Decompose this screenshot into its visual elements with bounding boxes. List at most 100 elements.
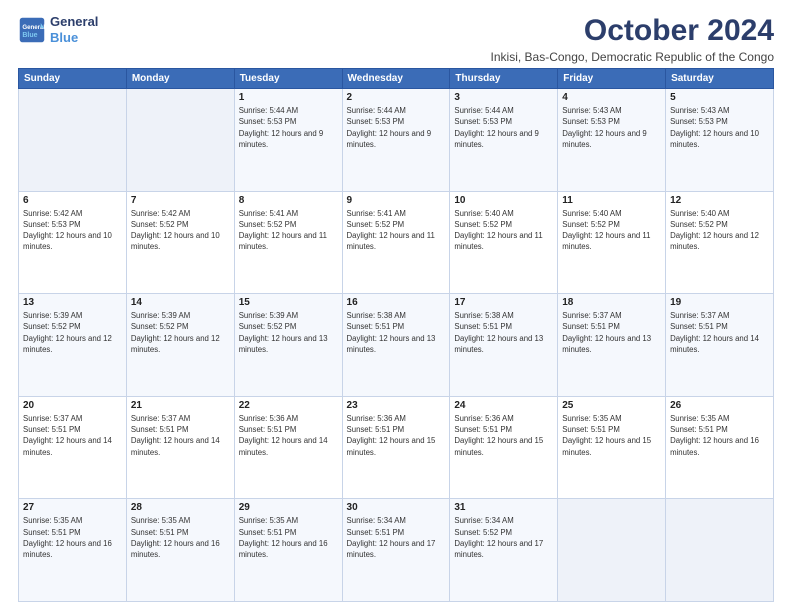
day-number: 24: [454, 400, 553, 411]
day-number: 27: [23, 502, 122, 513]
calendar-cell: 9 Sunrise: 5:41 AMSunset: 5:52 PMDaylight…: [342, 191, 450, 294]
day-number: 31: [454, 502, 553, 513]
day-number: 13: [23, 297, 122, 308]
day-number: 6: [23, 195, 122, 206]
day-number: 3: [454, 92, 553, 103]
header-row: General Blue General Blue October 2024 I…: [18, 14, 774, 64]
calendar-cell: 4 Sunrise: 5:43 AMSunset: 5:53 PMDaylight…: [558, 89, 666, 192]
calendar-cell: 5 Sunrise: 5:43 AMSunset: 5:53 PMDaylight…: [666, 89, 774, 192]
day-info: Sunrise: 5:43 AMSunset: 5:53 PMDaylight:…: [670, 105, 769, 150]
calendar-cell: 17 Sunrise: 5:38 AMSunset: 5:51 PMDayligh…: [450, 294, 558, 397]
calendar-cell: 10 Sunrise: 5:40 AMSunset: 5:52 PMDayligh…: [450, 191, 558, 294]
logo-text: General Blue: [50, 14, 98, 45]
day-info: Sunrise: 5:43 AMSunset: 5:53 PMDaylight:…: [562, 105, 661, 150]
calendar-cell: 6Sunrise: 5:42 AMSunset: 5:53 PMDaylight…: [19, 191, 127, 294]
day-number: 19: [670, 297, 769, 308]
day-info: Sunrise: 5:35 AMSunset: 5:51 PMDaylight:…: [131, 515, 230, 560]
day-header-sunday: Sunday: [19, 69, 127, 89]
calendar-cell: 23 Sunrise: 5:36 AMSunset: 5:51 PMDayligh…: [342, 396, 450, 499]
calendar-cell: 13 Sunrise: 5:39 AMSunset: 5:52 PMDayligh…: [19, 294, 127, 397]
calendar-cell: 12Sunrise: 5:40 AMSunset: 5:52 PMDayligh…: [666, 191, 774, 294]
calendar-cell: 27 Sunrise: 5:35 AMSunset: 5:51 PMDayligh…: [19, 499, 127, 602]
day-number: 17: [454, 297, 553, 308]
day-number: 29: [239, 502, 338, 513]
day-info: Sunrise: 5:39 AMSunset: 5:52 PMDaylight:…: [131, 310, 230, 355]
day-header-saturday: Saturday: [666, 69, 774, 89]
day-info: Sunrise: 5:35 AMSunset: 5:51 PMDaylight:…: [562, 413, 661, 458]
day-number: 2: [347, 92, 446, 103]
calendar-cell: 2 Sunrise: 5:44 AMSunset: 5:53 PMDaylight…: [342, 89, 450, 192]
day-info: Sunrise: 5:38 AMSunset: 5:51 PMDaylight:…: [454, 310, 553, 355]
day-info: Sunrise: 5:41 AMSunset: 5:52 PMDaylight:…: [347, 208, 446, 253]
calendar-cell: 26Sunrise: 5:35 AMSunset: 5:51 PMDayligh…: [666, 396, 774, 499]
day-info: Sunrise: 5:35 AMSunset: 5:51 PMDaylight:…: [239, 515, 338, 560]
calendar-cell: 7 Sunrise: 5:42 AMSunset: 5:52 PMDaylight…: [126, 191, 234, 294]
calendar-cell: 16 Sunrise: 5:38 AMSunset: 5:51 PMDayligh…: [342, 294, 450, 397]
day-info: Sunrise: 5:40 AMSunset: 5:52 PMDaylight:…: [562, 208, 661, 253]
day-header-tuesday: Tuesday: [234, 69, 342, 89]
day-number: 1: [239, 92, 338, 103]
day-info: Sunrise: 5:38 AMSunset: 5:51 PMDaylight:…: [347, 310, 446, 355]
day-number: 30: [347, 502, 446, 513]
calendar-cell: [19, 89, 127, 192]
day-info: Sunrise: 5:39 AMSunset: 5:52 PMDaylight:…: [239, 310, 338, 355]
day-info: Sunrise: 5:37 AMSunset: 5:51 PMDaylight:…: [670, 310, 769, 355]
calendar-cell: 22 Sunrise: 5:36 AMSunset: 5:51 PMDayligh…: [234, 396, 342, 499]
page: General Blue General Blue October 2024 I…: [0, 0, 792, 612]
day-number: 5: [670, 92, 769, 103]
day-number: 9: [347, 195, 446, 206]
day-info: Sunrise: 5:37 AMSunset: 5:51 PMDaylight:…: [131, 413, 230, 458]
day-number: 10: [454, 195, 553, 206]
day-info: Sunrise: 5:35 AMSunset: 5:51 PMDaylight:…: [23, 515, 122, 560]
day-info: Sunrise: 5:41 AMSunset: 5:52 PMDaylight:…: [239, 208, 338, 253]
calendar-cell: 1 Sunrise: 5:44 AMSunset: 5:53 PMDaylight…: [234, 89, 342, 192]
month-year: October 2024: [491, 14, 774, 48]
day-info: Sunrise: 5:37 AMSunset: 5:51 PMDaylight:…: [562, 310, 661, 355]
day-info: Sunrise: 5:34 AMSunset: 5:51 PMDaylight:…: [347, 515, 446, 560]
calendar-cell: 24 Sunrise: 5:36 AMSunset: 5:51 PMDayligh…: [450, 396, 558, 499]
calendar-cell: [666, 499, 774, 602]
calendar-cell: [558, 499, 666, 602]
day-info: Sunrise: 5:36 AMSunset: 5:51 PMDaylight:…: [239, 413, 338, 458]
day-info: Sunrise: 5:39 AMSunset: 5:52 PMDaylight:…: [23, 310, 122, 355]
calendar-cell: 20 Sunrise: 5:37 AMSunset: 5:51 PMDayligh…: [19, 396, 127, 499]
day-info: Sunrise: 5:44 AMSunset: 5:53 PMDaylight:…: [454, 105, 553, 150]
day-info: Sunrise: 5:36 AMSunset: 5:51 PMDaylight:…: [454, 413, 553, 458]
day-number: 4: [562, 92, 661, 103]
calendar-cell: 3 Sunrise: 5:44 AMSunset: 5:53 PMDaylight…: [450, 89, 558, 192]
calendar-cell: 19 Sunrise: 5:37 AMSunset: 5:51 PMDayligh…: [666, 294, 774, 397]
day-info: Sunrise: 5:44 AMSunset: 5:53 PMDaylight:…: [347, 105, 446, 150]
calendar-cell: 11 Sunrise: 5:40 AMSunset: 5:52 PMDayligh…: [558, 191, 666, 294]
day-info: Sunrise: 5:40 AMSunset: 5:52 PMDaylight:…: [454, 208, 553, 253]
day-number: 15: [239, 297, 338, 308]
svg-text:Blue: Blue: [22, 32, 37, 39]
day-header-thursday: Thursday: [450, 69, 558, 89]
day-number: 23: [347, 400, 446, 411]
day-number: 21: [131, 400, 230, 411]
day-number: 22: [239, 400, 338, 411]
day-info: Sunrise: 5:36 AMSunset: 5:51 PMDaylight:…: [347, 413, 446, 458]
day-number: 16: [347, 297, 446, 308]
day-number: 28: [131, 502, 230, 513]
calendar-cell: 28 Sunrise: 5:35 AMSunset: 5:51 PMDayligh…: [126, 499, 234, 602]
day-info: Sunrise: 5:35 AMSunset: 5:51 PMDaylight:…: [670, 413, 769, 458]
calendar-cell: 31Sunrise: 5:34 AMSunset: 5:52 PMDayligh…: [450, 499, 558, 602]
calendar: SundayMondayTuesdayWednesdayThursdayFrid…: [18, 68, 774, 602]
day-header-wednesday: Wednesday: [342, 69, 450, 89]
day-number: 8: [239, 195, 338, 206]
calendar-cell: 21 Sunrise: 5:37 AMSunset: 5:51 PMDayligh…: [126, 396, 234, 499]
day-number: 12: [670, 195, 769, 206]
day-info: Sunrise: 5:42 AMSunset: 5:52 PMDaylight:…: [131, 208, 230, 253]
day-header-monday: Monday: [126, 69, 234, 89]
day-number: 18: [562, 297, 661, 308]
calendar-cell: 29 Sunrise: 5:35 AMSunset: 5:51 PMDayligh…: [234, 499, 342, 602]
logo-icon: General Blue: [18, 16, 46, 44]
day-info: Sunrise: 5:44 AMSunset: 5:53 PMDaylight:…: [239, 105, 338, 150]
day-number: 14: [131, 297, 230, 308]
day-number: 7: [131, 195, 230, 206]
logo: General Blue General Blue: [18, 14, 98, 45]
day-number: 20: [23, 400, 122, 411]
day-number: 11: [562, 195, 661, 206]
day-header-friday: Friday: [558, 69, 666, 89]
day-info: Sunrise: 5:37 AMSunset: 5:51 PMDaylight:…: [23, 413, 122, 458]
